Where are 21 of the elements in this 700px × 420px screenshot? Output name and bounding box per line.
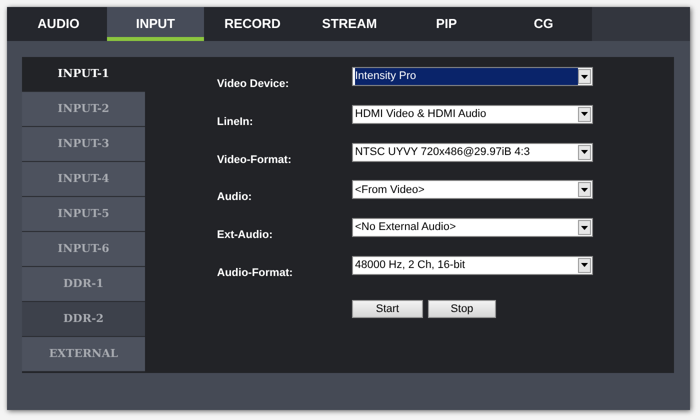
tab[interactable]: CG	[495, 7, 592, 41]
field-label: LineIn:	[217, 114, 254, 130]
tab[interactable]: INPUT	[107, 7, 204, 41]
tab[interactable]: RECORD	[204, 7, 301, 41]
dropdown[interactable]: HDMI Video & HDMI Audio	[352, 104, 593, 124]
field-label: Audio-Format:	[217, 266, 294, 281]
action-button[interactable]: Stop	[428, 300, 496, 318]
dropdown[interactable]: <From Video>	[352, 180, 593, 200]
field-label: Video Device:	[217, 77, 290, 92]
tab[interactable]: STREAM	[301, 7, 398, 41]
dropdown[interactable]: NTSC UYVY 720x486@29.97iB 4:3	[352, 142, 593, 162]
tab[interactable]: PIP	[398, 7, 495, 41]
tab[interactable]: AUDIO	[10, 7, 107, 41]
action-button[interactable]: Start	[352, 300, 423, 318]
dropdown[interactable]: Intensity Pro	[352, 67, 593, 86]
field-label: Ext-Audio:	[217, 228, 274, 244]
field-label: Audio:	[217, 190, 253, 206]
sidebar-item[interactable]: DDR-2	[22, 302, 145, 337]
dropdown[interactable]: <No External Audio>	[352, 218, 593, 238]
dropdown[interactable]: 48000 Hz, 2 Ch, 16-bit	[352, 256, 593, 275]
field-label: Video-Format:	[217, 152, 292, 168]
